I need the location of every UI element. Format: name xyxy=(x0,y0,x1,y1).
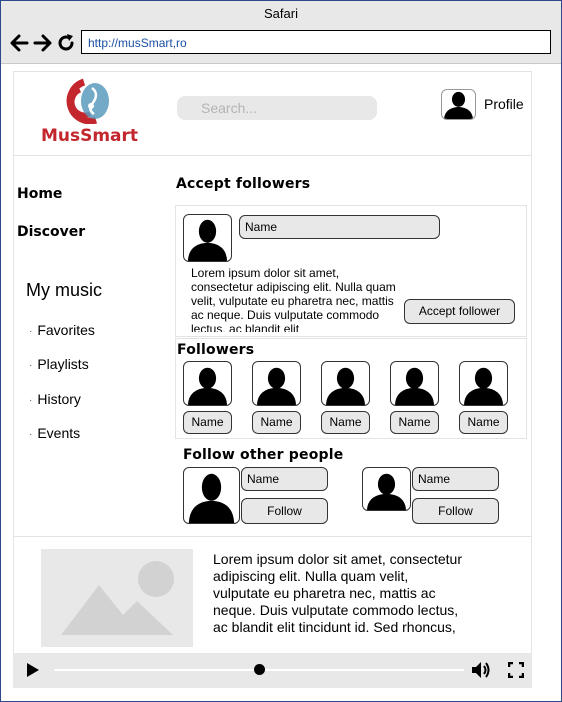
follower-name-button[interactable]: Name xyxy=(183,411,232,434)
search-input[interactable]: Search... xyxy=(177,96,377,120)
follow-button[interactable]: Follow xyxy=(412,498,499,524)
followers-title: Followers xyxy=(177,342,255,358)
person-icon xyxy=(187,219,228,261)
suggested-person-avatar[interactable] xyxy=(183,467,240,524)
follower-name-button[interactable]: Name xyxy=(321,411,370,434)
suggested-person-name: Name xyxy=(241,467,328,491)
requester-description: Lorem ipsum dolor sit amet, consectetur … xyxy=(191,266,396,332)
volume-icon[interactable] xyxy=(471,660,491,680)
sidebar xyxy=(13,155,166,537)
sidebar-item-label: Favorites xyxy=(37,322,95,338)
browser-window: Safari http://musSmart,ro MusSmart Searc… xyxy=(0,0,562,702)
image-icon xyxy=(61,561,174,635)
accept-follower-button[interactable]: Accept follower xyxy=(404,299,515,324)
fullscreen-icon[interactable] xyxy=(508,662,524,678)
person-icon xyxy=(188,473,235,523)
follower-avatar[interactable] xyxy=(321,361,370,406)
forward-arrow-icon[interactable] xyxy=(33,33,53,53)
sidebar-item-label: History xyxy=(37,391,81,407)
progress-knob[interactable] xyxy=(254,664,265,675)
media-description: Lorem ipsum dolor sit amet, consectetur … xyxy=(213,551,462,635)
sidebar-item-history[interactable]: · History xyxy=(29,391,81,407)
back-arrow-icon[interactable] xyxy=(9,33,29,53)
my-music-heading: My music xyxy=(26,280,102,300)
sidebar-item-label: Events xyxy=(37,425,81,441)
follower-name-button[interactable]: Name xyxy=(459,411,508,434)
person-icon xyxy=(463,367,504,405)
media-image-placeholder xyxy=(41,549,193,647)
profile-label[interactable]: Profile xyxy=(484,96,524,112)
person-icon xyxy=(394,367,435,405)
logo-icon[interactable] xyxy=(62,78,114,124)
follow-other-title: Follow other people xyxy=(183,447,344,463)
person-icon xyxy=(187,367,228,405)
sidebar-item-playlists[interactable]: · Playlists xyxy=(29,356,89,372)
sidebar-item-label: Playlists xyxy=(37,356,89,372)
nav-home[interactable]: Home xyxy=(17,186,62,202)
profile-avatar[interactable] xyxy=(441,89,476,120)
address-bar[interactable]: http://musSmart,ro xyxy=(81,30,551,54)
follower-name-button[interactable]: Name xyxy=(252,411,301,434)
suggested-person-name: Name xyxy=(412,467,499,491)
brand-name: MusSmart xyxy=(40,126,139,146)
suggested-person-avatar[interactable] xyxy=(362,467,411,511)
reload-icon[interactable] xyxy=(56,33,76,53)
browser-toolbar: http://musSmart,ro xyxy=(1,27,561,64)
follower-avatar[interactable] xyxy=(252,361,301,406)
person-icon xyxy=(256,367,297,405)
follower-avatar[interactable] xyxy=(183,361,232,406)
logo-panel: MusSmart xyxy=(13,71,166,156)
follower-avatar[interactable] xyxy=(459,361,508,406)
accept-followers-title: Accept followers xyxy=(176,176,311,192)
sidebar-item-favorites[interactable]: · Favorites xyxy=(29,322,95,338)
person-icon xyxy=(366,473,407,510)
window-title: Safari xyxy=(1,1,561,27)
follower-avatar[interactable] xyxy=(390,361,439,406)
play-icon[interactable] xyxy=(25,662,41,678)
requester-avatar xyxy=(183,214,232,262)
sidebar-item-events[interactable]: · Events xyxy=(29,425,80,441)
follower-name-button[interactable]: Name xyxy=(390,411,439,434)
person-icon xyxy=(444,91,473,119)
nav-discover[interactable]: Discover xyxy=(17,224,85,240)
person-icon xyxy=(325,367,366,405)
requester-name: Name xyxy=(239,215,440,239)
follow-button[interactable]: Follow xyxy=(241,498,328,524)
